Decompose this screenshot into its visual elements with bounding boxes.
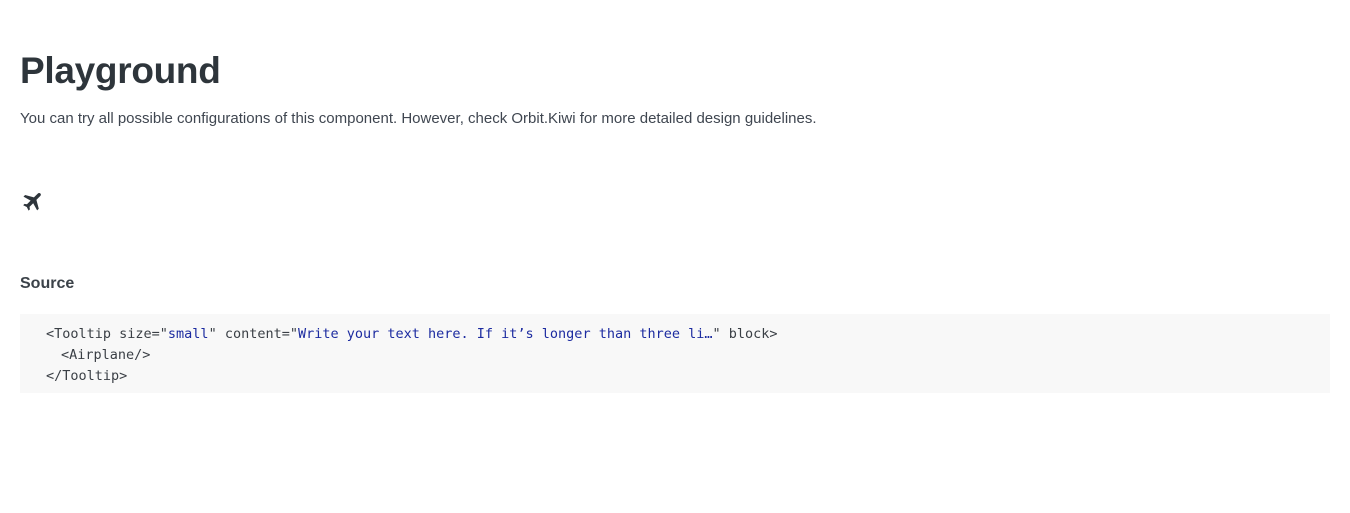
code-line-1: <Tooltip size="small" content="Write you… xyxy=(46,324,1304,345)
code-line-3: </Tooltip> xyxy=(46,368,128,384)
code-tag-open: <Tooltip size=" xyxy=(46,326,168,342)
airplane-icon xyxy=(21,191,43,213)
code-tag-close: " block> xyxy=(712,326,778,342)
code-content-value: Write your text here. If it’s longer tha… xyxy=(297,326,713,342)
source-heading: Source xyxy=(20,275,75,292)
source-code-block[interactable]: <Tooltip size="small" content="Write you… xyxy=(20,314,1330,393)
tooltip-preview[interactable] xyxy=(20,190,44,214)
page-description: You can try all possible configurations … xyxy=(20,110,817,127)
code-content-attr: " content=" xyxy=(208,326,298,342)
code-line-2: <Airplane/> xyxy=(61,347,151,363)
code-size-value: small xyxy=(167,326,209,342)
page-title: Playground xyxy=(20,50,221,91)
